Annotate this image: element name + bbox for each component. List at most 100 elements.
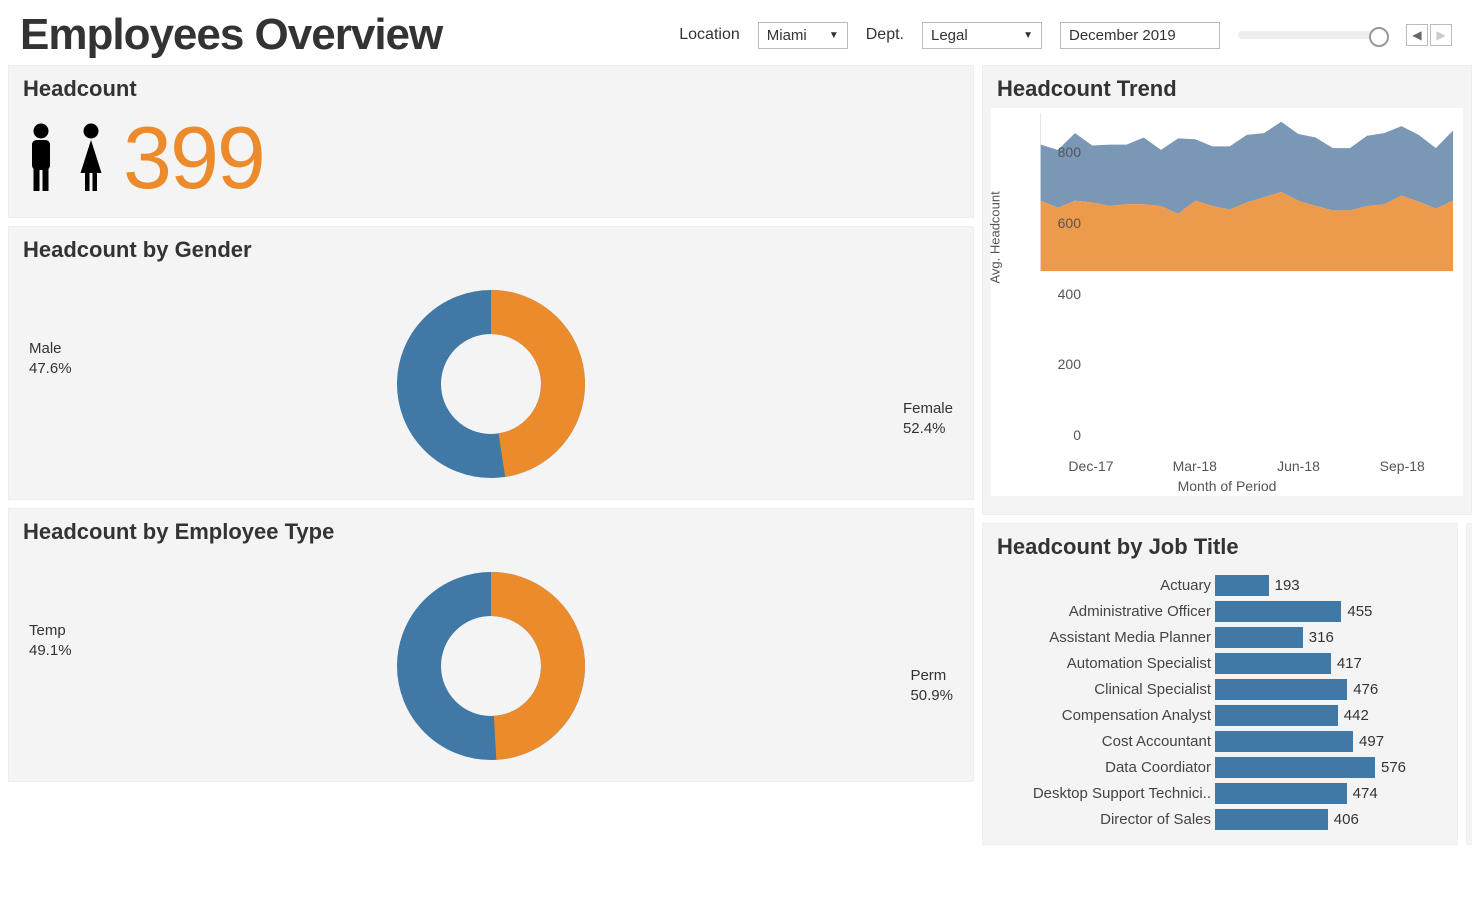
female-label: Female [903,400,953,417]
period-slider[interactable] [1238,31,1388,39]
female-label-block: Female 52.4% [903,399,953,438]
job-value: 417 [1337,655,1362,672]
dept-value: Legal [931,27,968,44]
temp-label-block: Temp 49.1% [29,621,72,660]
trend-xlabel: Month of Period [1178,478,1277,494]
jobs-title: Headcount by Job Title [983,524,1457,566]
trend-area-svg [991,108,1463,301]
job-bar [1215,627,1303,648]
ytick: 200 [1031,356,1081,372]
perm-label: Perm [910,667,946,684]
job-name: Administrative Officer [993,603,1211,620]
job-row[interactable]: Automation Specialist417 [993,650,1447,676]
job-bar-wrap: 455 [1215,601,1447,622]
job-bar [1215,575,1269,596]
dept-label: Dept. [866,26,904,44]
job-bar-wrap: 193 [1215,575,1447,596]
emptype-donut-svg [391,566,591,766]
job-bar-wrap: 576 [1215,757,1447,778]
page-title: Employees Overview [20,10,442,60]
job-bar [1215,809,1328,830]
prev-button[interactable]: ◀ [1406,24,1428,46]
panel-headcount-trend: Headcount Trend Avg. Headcount 020040060… [982,65,1472,515]
job-row[interactable]: Actuary193 [993,572,1447,598]
job-value: 576 [1381,759,1406,776]
period-dropdown[interactable]: December 2019 [1060,22,1220,49]
nav-buttons: ◀ ▶ [1406,24,1452,46]
job-bar-wrap: 497 [1215,731,1447,752]
job-name: Director of Sales [993,811,1211,828]
job-bar [1215,731,1353,752]
job-value: 476 [1353,681,1378,698]
job-value: 442 [1344,707,1369,724]
job-row[interactable]: Compensation Analyst 442 [993,702,1447,728]
job-row[interactable]: Clinical Specialist 476 [993,676,1447,702]
male-pct: 47.6% [29,360,72,377]
job-row[interactable]: Director of Sales 406 [993,806,1447,832]
panel-grade: Headcount by Grade D428C411A396 [1466,523,1472,845]
location-dropdown[interactable]: Miami ▼ [758,22,848,49]
jobs-chart[interactable]: Actuary193 Administrative Officer 455 Assis… [983,566,1457,832]
grade-title: Headcount by Grade [1467,524,1472,566]
header-bar: Employees Overview Location Miami ▼ Dept… [0,0,1472,65]
dept-dropdown[interactable]: Legal ▼ [922,22,1042,49]
job-bar-wrap: 417 [1215,653,1447,674]
job-name: Clinical Specialist [993,681,1211,698]
location-label: Location [679,26,740,44]
ytick: 800 [1031,144,1081,160]
period-value: December 2019 [1069,27,1176,44]
xtick: Jun-18 [1277,458,1320,474]
job-name: Cost Accountant [993,733,1211,750]
xtick: Dec-17 [1068,458,1113,474]
job-value: 193 [1275,577,1300,594]
ytick: 0 [1031,427,1081,443]
job-row[interactable]: Administrative Officer 455 [993,598,1447,624]
male-label: Male [29,340,62,357]
perm-pct: 50.9% [910,687,953,704]
gender-donut[interactable]: Male 47.6% Female 52.4% [9,269,973,499]
job-name: Desktop Support Technici.. [993,785,1211,802]
job-row[interactable]: Data Coordiator 576 [993,754,1447,780]
job-name: Compensation Analyst [993,707,1211,724]
emptype-donut[interactable]: Temp 49.1% Perm 50.9% [9,551,973,781]
perm-label-block: Perm 50.9% [910,666,953,705]
job-name: Assistant Media Planner [993,629,1211,646]
job-row[interactable]: Desktop Support Technici.. 474 [993,780,1447,806]
job-bar [1215,705,1338,726]
gender-title: Headcount by Gender [9,227,973,269]
job-row[interactable]: Cost Accountant497 [993,728,1447,754]
job-row[interactable]: Assistant Media Planner 316 [993,624,1447,650]
job-bar-wrap: 406 [1215,809,1447,830]
kpi-title: Headcount [9,66,973,108]
chevron-down-icon: ▼ [1023,30,1033,41]
job-bar [1215,783,1347,804]
ytick: 600 [1031,215,1081,231]
kpi-value: 399 [123,118,264,197]
job-bar [1215,757,1375,778]
temp-pct: 49.1% [29,642,72,659]
job-bar-wrap: 316 [1215,627,1447,648]
job-bar-wrap: 442 [1215,705,1447,726]
xtick: Mar-18 [1173,458,1217,474]
job-value: 455 [1347,603,1372,620]
panel-gender: Headcount by Gender Male 47.6% Female 52… [8,226,974,500]
job-value: 474 [1353,785,1378,802]
next-button[interactable]: ▶ [1430,24,1452,46]
location-value: Miami [767,27,807,44]
job-value: 406 [1334,811,1359,828]
female-icon [73,122,109,194]
chevron-down-icon: ▼ [829,30,839,41]
job-bar-wrap: 474 [1215,783,1447,804]
panel-headcount-kpi: Headcount 399 [8,65,974,218]
job-bar [1215,601,1341,622]
job-name: Data Coordiator [993,759,1211,776]
trend-chart[interactable]: Avg. Headcount 0200400600800 Dec-17Mar-1… [991,108,1463,496]
job-bar-wrap: 476 [1215,679,1447,700]
male-label-block: Male 47.6% [29,339,72,378]
male-icon [23,122,59,194]
ytick: 400 [1031,286,1081,302]
gender-donut-svg [391,284,591,484]
emptype-title: Headcount by Employee Type [9,509,973,551]
job-value: 316 [1309,629,1334,646]
xtick: Sep-18 [1380,458,1425,474]
